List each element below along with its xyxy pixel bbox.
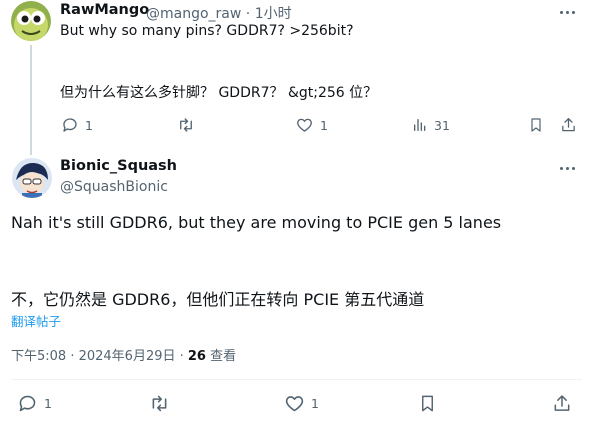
like-button[interactable]: 1 <box>284 393 319 414</box>
author-handle-and-time[interactable]: @mango_raw · 1小时 <box>146 3 292 23</box>
bookmark-button[interactable] <box>418 393 437 414</box>
repost-button[interactable] <box>148 393 177 414</box>
avatar[interactable] <box>12 158 52 198</box>
like-icon <box>297 118 312 132</box>
post-timestamp[interactable]: 下午5:08 · 2024年6月29日 · <box>11 349 188 364</box>
separator: · <box>241 6 255 22</box>
repost-icon <box>152 395 167 412</box>
share-icon <box>554 395 570 411</box>
reply-icon <box>19 395 36 412</box>
reply-button[interactable]: 1 <box>17 393 52 414</box>
author-name[interactable]: RawMango <box>60 2 149 18</box>
post-translation: 但为什么有这么多针脚？ GDDR7？ &gt;256 位？ <box>60 85 378 101</box>
divider <box>11 379 582 380</box>
share-icon <box>562 117 575 132</box>
post-text: Nah it's still GDDR6, but they are movin… <box>11 213 502 232</box>
post-time[interactable]: 1小时 <box>255 6 292 22</box>
more-icon <box>559 10 563 14</box>
share-button[interactable] <box>552 393 572 414</box>
like-button[interactable]: 1 <box>295 116 328 134</box>
views-label: 查看 <box>205 349 237 364</box>
post-meta: 下午5:08 · 2024年6月29日 · 26 查看 <box>11 345 236 364</box>
like-icon <box>285 396 304 412</box>
bookmark-icon <box>531 118 541 132</box>
bookmark-icon <box>422 395 433 412</box>
post-text: But why so many pins? GDDR7? >256bit? <box>60 23 354 39</box>
views-number: 26 <box>187 349 206 364</box>
more-icon <box>559 166 563 170</box>
translate-post-link[interactable]: 翻译帖子 <box>11 311 61 330</box>
reply-count: 1 <box>85 117 93 133</box>
thread-connector-line <box>30 45 32 155</box>
views-icon <box>414 119 426 131</box>
author-handle[interactable]: @mango_raw <box>146 6 241 22</box>
share-button[interactable] <box>560 116 577 134</box>
more-options-button[interactable] <box>556 4 578 20</box>
like-count: 1 <box>311 396 319 411</box>
views-button[interactable]: 31 <box>412 116 450 134</box>
author-handle[interactable]: @SquashBionic <box>60 179 168 195</box>
reply-button[interactable]: 1 <box>61 116 93 134</box>
like-count: 1 <box>320 117 328 133</box>
repost-button[interactable] <box>176 116 202 134</box>
views-count: 31 <box>434 117 450 133</box>
author-name[interactable]: Bionic_Squash <box>60 158 177 174</box>
bookmark-button[interactable] <box>528 116 544 134</box>
avatar[interactable] <box>11 1 51 41</box>
post-translation: 不，它仍然是 GDDR6，但他们正在转向 PCIE 第五代通道 <box>11 290 425 309</box>
more-options-button[interactable] <box>556 160 578 176</box>
reply-count: 1 <box>44 396 52 411</box>
repost-icon <box>180 118 192 132</box>
reply-icon <box>63 118 77 132</box>
